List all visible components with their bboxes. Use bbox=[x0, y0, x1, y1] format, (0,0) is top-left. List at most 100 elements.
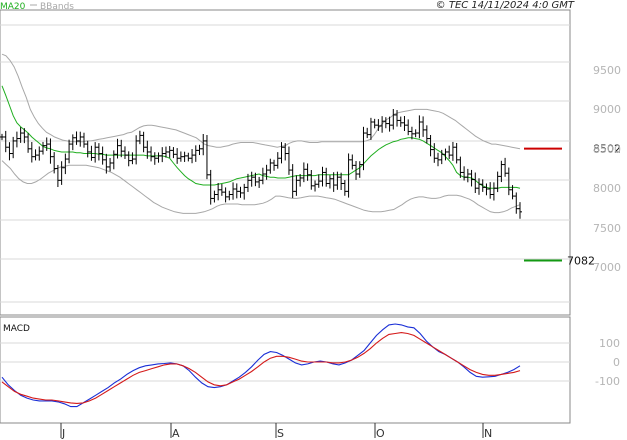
ohlc-bars bbox=[0, 109, 522, 219]
ohlc-bar bbox=[275, 152, 280, 169]
price-y-tick-label: 7500 bbox=[593, 222, 621, 235]
ohlc-bar bbox=[372, 118, 377, 129]
ohlc-bar bbox=[197, 144, 202, 156]
ohlc-bar bbox=[190, 149, 195, 164]
ohlc-bar bbox=[178, 151, 183, 162]
ohlc-bar bbox=[108, 158, 113, 172]
ohlc-bar bbox=[454, 142, 459, 164]
ohlc-bar bbox=[313, 180, 318, 192]
support-level-label: 7082 bbox=[567, 255, 595, 268]
ohlc-bar bbox=[156, 152, 161, 163]
time-x-axis: JASON bbox=[60, 423, 492, 440]
ohlc-bar bbox=[171, 147, 176, 159]
ohlc-bar bbox=[499, 160, 504, 183]
ohlc-bar bbox=[193, 145, 198, 162]
ohlc-bar bbox=[175, 148, 180, 164]
price-y-tick-label: 9000 bbox=[593, 103, 621, 116]
ohlc-bar bbox=[141, 131, 146, 153]
price-y-tick-label: 9500 bbox=[593, 64, 621, 77]
ohlc-bar bbox=[268, 158, 273, 174]
ohlc-bar bbox=[182, 151, 187, 162]
ohlc-bar bbox=[514, 192, 519, 214]
ohlc-bar bbox=[417, 115, 422, 139]
ohlc-bar bbox=[85, 140, 90, 158]
ohlc-bar bbox=[100, 146, 105, 165]
ohlc-bar bbox=[149, 146, 154, 162]
ohlc-bar bbox=[26, 133, 31, 153]
ohlc-bar bbox=[227, 190, 232, 201]
ohlc-bar bbox=[376, 119, 381, 131]
ohlc-bar bbox=[491, 182, 496, 201]
ohlc-bar bbox=[238, 186, 243, 198]
ohlc-bar bbox=[503, 157, 508, 177]
ohlc-bar bbox=[7, 142, 12, 161]
ohlc-bar bbox=[428, 135, 433, 157]
ohlc-bar bbox=[208, 169, 213, 205]
ohlc-bar bbox=[3, 130, 8, 153]
price-gridlines bbox=[0, 24, 570, 303]
ohlc-bar bbox=[506, 167, 511, 196]
ohlc-bar bbox=[231, 182, 236, 200]
ohlc-bar bbox=[342, 180, 347, 196]
ohlc-bar bbox=[432, 143, 437, 163]
ohlc-bar bbox=[320, 166, 325, 187]
ohlc-bar bbox=[74, 131, 79, 145]
month-label: O bbox=[376, 427, 385, 440]
ohlc-bar bbox=[249, 171, 254, 187]
ohlc-bar bbox=[44, 137, 49, 151]
ohlc-bar bbox=[473, 172, 478, 194]
macd-y-tick-label: 100 bbox=[599, 337, 620, 350]
ohlc-bar bbox=[286, 146, 291, 175]
price-y-tick-label: 7000 bbox=[593, 261, 621, 274]
month-label: S bbox=[277, 427, 284, 440]
ohlc-bar bbox=[357, 161, 362, 178]
price-panel: 85027082 9500 9000 8500 8000 7500 7000 bbox=[0, 9, 621, 316]
ohlc-bar bbox=[406, 119, 411, 136]
macd-gridlines bbox=[0, 342, 570, 382]
bollinger-bands bbox=[1, 53, 521, 214]
ohlc-bar bbox=[67, 139, 72, 164]
lower-bollinger-band bbox=[1, 160, 521, 214]
ohlc-bar bbox=[93, 142, 98, 163]
ohlc-bar bbox=[436, 152, 441, 167]
price-y-axis: 9500 9000 8500 8000 7500 7000 bbox=[593, 64, 621, 274]
macd-line bbox=[1, 323, 521, 408]
ohlc-bar bbox=[305, 163, 310, 181]
technical-chart: 85027082 9500 9000 8500 8000 7500 7000 100 0 -1… bbox=[0, 0, 621, 440]
month-label: N bbox=[484, 427, 492, 440]
ohlc-bar bbox=[488, 182, 493, 199]
ohlc-bar bbox=[518, 202, 522, 219]
ohlc-bar bbox=[152, 152, 157, 165]
ohlc-bar bbox=[279, 142, 284, 164]
ohlc-bar bbox=[480, 179, 485, 192]
month-label: A bbox=[172, 427, 180, 440]
ohlc-bar bbox=[477, 178, 482, 195]
macd-panel-title: MACD bbox=[3, 324, 30, 334]
month-label: J bbox=[61, 427, 65, 440]
ohlc-bar bbox=[63, 153, 68, 175]
price-y-tick-label: 8000 bbox=[593, 182, 621, 195]
ohlc-bar bbox=[126, 151, 131, 167]
ohlc-bar bbox=[272, 159, 277, 171]
ohlc-bar bbox=[398, 116, 403, 127]
ohlc-bar bbox=[48, 138, 53, 164]
macd-lines bbox=[1, 323, 521, 408]
ohlc-bar bbox=[111, 150, 116, 170]
ohlc-bar bbox=[361, 126, 366, 171]
macd-panel-frame bbox=[0, 316, 571, 424]
ohlc-bar bbox=[350, 154, 355, 170]
ohlc-bar bbox=[413, 129, 418, 138]
ohlc-bar bbox=[204, 135, 209, 180]
ohlc-bar bbox=[29, 142, 34, 163]
ohlc-bar bbox=[380, 116, 385, 133]
ohlc-bar bbox=[242, 183, 247, 200]
ohlc-bar bbox=[0, 133, 4, 141]
ohlc-bar bbox=[212, 190, 217, 203]
ohlc-bar bbox=[216, 182, 221, 201]
ohlc-bar bbox=[264, 164, 269, 180]
ohlc-bar bbox=[324, 167, 329, 187]
ohlc-bar bbox=[391, 109, 396, 130]
ohlc-bar bbox=[55, 164, 60, 188]
price-levels: 85027082 bbox=[524, 143, 621, 268]
macd-panel: 100 0 -100 MACD bbox=[0, 316, 620, 424]
